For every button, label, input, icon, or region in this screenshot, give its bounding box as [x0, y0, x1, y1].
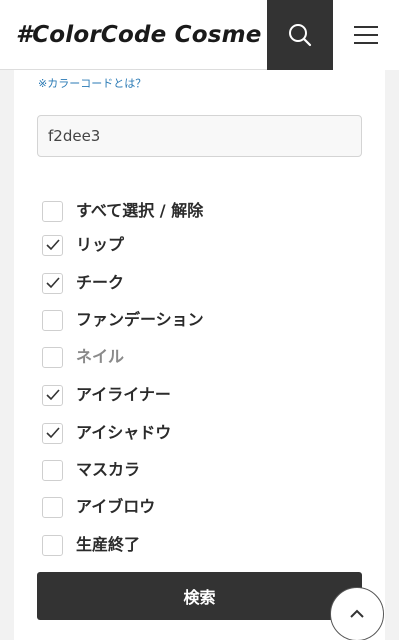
- checkbox-box[interactable]: [42, 200, 63, 222]
- checkbox-box[interactable]: [42, 422, 63, 444]
- checkbox-select-all[interactable]: すべて選択 / 解除: [42, 199, 342, 223]
- checkbox-box[interactable]: [42, 459, 63, 481]
- site-header: #ColorCode Cosme: [0, 0, 399, 70]
- checkbox-eyeliner[interactable]: アイライナー: [42, 383, 342, 407]
- checkbox-label: チーク: [76, 273, 125, 292]
- color-code-help-link[interactable]: ※カラーコードとは？: [38, 76, 146, 92]
- checkbox-label: 生産終了: [76, 535, 141, 554]
- checkbox-label: リップ: [76, 235, 125, 254]
- checkbox-box[interactable]: [42, 346, 63, 368]
- hamburger-menu-icon: [354, 26, 378, 44]
- checkbox-lip[interactable]: リップ: [42, 233, 342, 257]
- back-to-top-button[interactable]: [330, 587, 384, 640]
- checkbox-foundation[interactable]: ファンデーション: [42, 308, 342, 332]
- search-icon: [289, 24, 312, 47]
- checkbox-box[interactable]: [42, 272, 63, 294]
- search-button[interactable]: [267, 0, 333, 70]
- checkbox-label: アイライナー: [76, 385, 171, 404]
- checkbox-label: ネイル: [76, 347, 125, 366]
- checkmark-icon: [45, 239, 60, 251]
- checkbox-eyebrow[interactable]: アイブロウ: [42, 495, 342, 519]
- checkbox-discontinued[interactable]: 生産終了: [42, 533, 342, 557]
- checkbox-box[interactable]: [42, 496, 63, 518]
- menu-button[interactable]: [333, 0, 399, 70]
- checkmark-icon: [45, 427, 60, 439]
- checkmark-icon: [45, 389, 60, 401]
- site-logo[interactable]: #ColorCode Cosme: [16, 18, 262, 52]
- chevron-up-icon: [350, 609, 364, 618]
- color-code-input[interactable]: f2dee3: [37, 115, 362, 157]
- checkmark-icon: [45, 277, 60, 289]
- checkbox-mascara[interactable]: マスカラ: [42, 458, 342, 482]
- checkbox-label: マスカラ: [76, 460, 141, 479]
- search-form-card: ※カラーコードとは？ f2dee3 すべて選択 / 解除 リップ チーク ファン…: [14, 70, 385, 640]
- checkbox-label: ファンデーション: [76, 310, 204, 329]
- checkbox-eyeshadow[interactable]: アイシャドウ: [42, 421, 342, 445]
- checkbox-nail[interactable]: ネイル: [42, 345, 342, 369]
- checkbox-label: すべて選択 / 解除: [76, 201, 204, 220]
- checkbox-box[interactable]: [42, 234, 63, 256]
- checkbox-cheek[interactable]: チーク: [42, 271, 342, 295]
- checkbox-label: アイブロウ: [76, 497, 156, 516]
- search-submit-button[interactable]: 検索: [37, 572, 362, 620]
- checkbox-label: アイシャドウ: [76, 423, 172, 442]
- checkbox-box[interactable]: [42, 534, 63, 556]
- checkbox-box[interactable]: [42, 384, 63, 406]
- checkbox-box[interactable]: [42, 309, 63, 331]
